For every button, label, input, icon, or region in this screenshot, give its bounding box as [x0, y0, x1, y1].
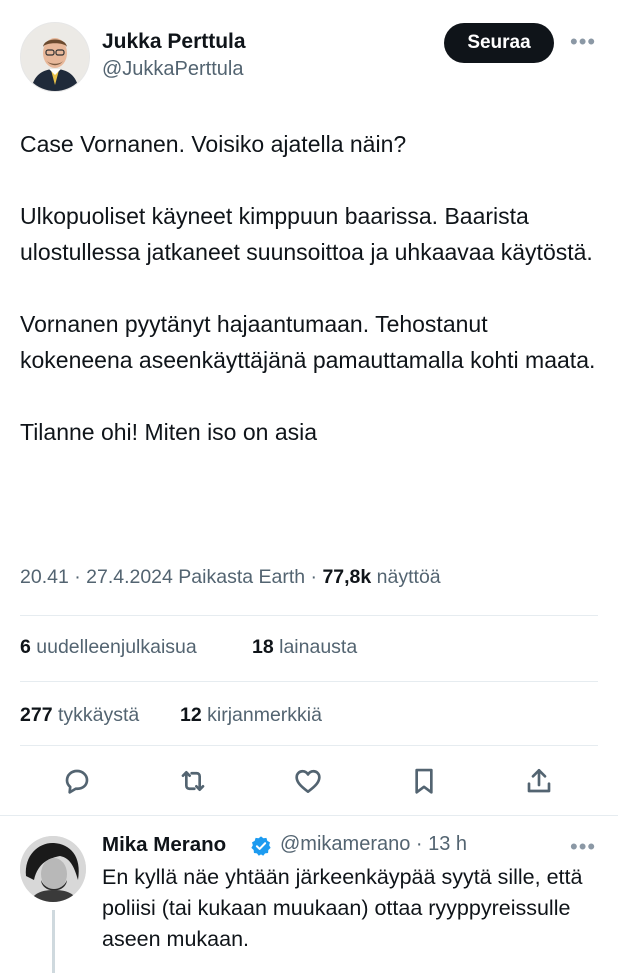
share-icon — [527, 769, 551, 793]
reply-author-handle[interactable]: @mikamerano · 13 h — [280, 833, 467, 856]
reply-author-name[interactable]: Mika Merano — [102, 833, 226, 857]
divider — [20, 745, 598, 746]
more-options-icon[interactable]: ••• — [570, 29, 596, 55]
reposts-count: 6 — [20, 636, 31, 658]
likes-label: tykkäystä — [52, 704, 140, 726]
avatar-image — [21, 23, 89, 91]
bookmark-icon — [415, 768, 433, 794]
reply-author-avatar[interactable] — [20, 836, 86, 902]
likes-stat[interactable]: 277 tykkäystä — [20, 704, 139, 727]
follow-button[interactable]: Seuraa — [444, 23, 554, 63]
like-button[interactable] — [288, 761, 328, 801]
divider — [20, 681, 598, 682]
tweet-meta: 20.41 · 27.4.2024 Paikasta Earth · 77,8k… — [20, 566, 441, 589]
divider — [20, 615, 598, 616]
tweet-timestamp[interactable]: 20.41 · 27.4.2024 Paikasta Earth · — [20, 566, 322, 588]
share-button[interactable] — [519, 761, 559, 801]
like-icon — [295, 769, 321, 793]
bookmark-button[interactable] — [404, 761, 444, 801]
thread-line — [52, 910, 55, 973]
tweet-text: Case Vornanen. Voisiko ajatella näin? Ul… — [20, 131, 596, 445]
avatar-image — [20, 836, 86, 902]
verified-badge-icon — [250, 835, 272, 857]
reply-text: En kyllä näe yhtään järkeenkäypää syytä … — [102, 865, 589, 951]
repost-icon — [181, 771, 205, 791]
reply-more-options-icon[interactable]: ••• — [570, 834, 596, 860]
bookmarks-stat[interactable]: 12 kirjanmerkkiä — [180, 704, 322, 727]
bookmarks-count: 12 — [180, 704, 202, 726]
repost-button[interactable] — [173, 761, 213, 801]
likes-count: 277 — [20, 704, 53, 726]
reply-button[interactable] — [57, 761, 97, 801]
quotes-label: lainausta — [273, 636, 358, 658]
author-avatar[interactable] — [20, 22, 90, 92]
views-count: 77,8k — [322, 566, 372, 588]
bookmarks-label: kirjanmerkkiä — [201, 704, 322, 726]
quotes-stat[interactable]: 18 lainausta — [252, 636, 357, 659]
author-name[interactable]: Jukka Perttula — [102, 30, 246, 54]
reposts-stat[interactable]: 6 uudelleenjulkaisua — [20, 636, 197, 659]
divider — [0, 815, 618, 816]
author-handle[interactable]: @JukkaPerttula — [102, 58, 243, 81]
views-label: näyttöä — [371, 566, 441, 588]
reply-icon — [65, 769, 89, 794]
quotes-count: 18 — [252, 636, 274, 658]
reposts-label: uudelleenjulkaisua — [30, 636, 197, 658]
